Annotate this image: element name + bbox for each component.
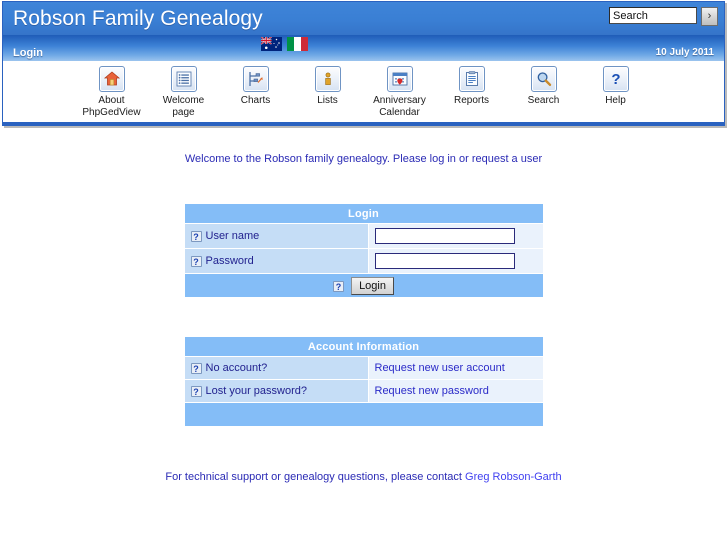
table-footer-row: ? Login — [184, 274, 543, 297]
request-account-cell: Request new user account — [368, 357, 543, 379]
svg-text:?: ? — [611, 71, 620, 88]
username-value-cell — [368, 224, 543, 248]
toolbar-label-line1: About — [98, 95, 125, 106]
no-account-label: No account? — [205, 362, 268, 374]
table-row: ? Password — [184, 249, 543, 273]
toolbar-item-about[interactable]: About PhpGedView — [76, 66, 148, 119]
account-table-title: Account Information — [184, 337, 543, 356]
question-icon: ? — [602, 66, 629, 92]
title-bar: Robson Family Genealogy › — [3, 2, 724, 35]
username-label-cell: ? User name — [184, 224, 368, 248]
list-lines-icon — [170, 66, 197, 92]
lost-password-label-cell: ? Lost your password? — [184, 380, 368, 402]
help-icon[interactable]: ? — [190, 231, 202, 242]
site-header: Robson Family Genealogy › Login — [2, 1, 725, 126]
no-account-label-cell: ? No account? — [184, 357, 368, 379]
help-icon[interactable]: ? — [190, 256, 202, 267]
footer-support-note: For technical support or genealogy quest… — [0, 471, 727, 483]
help-icon[interactable]: ? — [190, 386, 202, 397]
toolbar-label-line1: Help — [605, 95, 626, 106]
toolbar-label-line1: Reports — [453, 95, 489, 106]
italy-flag[interactable] — [287, 37, 308, 51]
toolbar-label-line1: Lists — [317, 95, 338, 106]
help-icon[interactable]: ? — [333, 280, 344, 292]
password-label: Password — [205, 255, 254, 267]
table-row: ? No account? Request new user account — [184, 357, 543, 379]
toolbar-label-line2: page — [172, 107, 195, 118]
main-toolbar: About PhpGedView Welcome page Charts Lis… — [3, 61, 724, 122]
search-submit-button[interactable]: › — [701, 7, 718, 26]
toolbar-label-line1: Anniversary — [373, 95, 426, 106]
account-table-footer — [184, 403, 543, 426]
chart-icon — [242, 66, 269, 92]
header-search: › — [609, 7, 718, 26]
table-row: ? Lost your password? Request new passwor… — [184, 380, 543, 402]
password-input[interactable] — [374, 253, 515, 269]
toolbar-item-reports[interactable]: Reports — [436, 66, 508, 107]
toolbar-item-lists[interactable]: Lists — [292, 66, 364, 107]
toolbar-item-help[interactable]: ? Help — [580, 66, 652, 107]
login-table-title: Login — [184, 204, 543, 223]
toolbar-item-charts[interactable]: Charts — [220, 66, 292, 107]
toolbar-label-line2: Calendar — [379, 107, 420, 118]
login-submit-cell: ? Login — [184, 274, 543, 297]
person-icon — [314, 66, 341, 92]
table-footer-row — [184, 403, 543, 426]
calendar-heart-icon — [386, 66, 413, 92]
login-form-table: Login ? User name ? Password ? Login — [184, 203, 544, 298]
toolbar-label-line1: Search — [527, 95, 560, 106]
table-row: ? User name — [184, 224, 543, 248]
request-password-cell: Request new password — [368, 380, 543, 402]
search-input[interactable] — [609, 7, 697, 24]
toolbar-label-line1: Charts — [240, 95, 271, 106]
login-button[interactable]: Login — [351, 276, 394, 295]
welcome-message: Welcome to the Robson family genealogy. … — [184, 153, 543, 165]
language-flags — [261, 37, 308, 51]
australia-flag[interactable] — [261, 37, 282, 51]
current-date: 10 July 2011 — [655, 47, 714, 58]
magnifier-icon — [530, 66, 557, 92]
home-icon — [98, 66, 125, 92]
sub-bar: Login 10 July 2011 — [3, 35, 724, 61]
username-label: User name — [205, 230, 260, 242]
footer-text: For technical support or genealogy quest… — [165, 471, 466, 483]
toolbar-item-anniversary-calendar[interactable]: Anniversary Calendar — [364, 66, 436, 119]
account-information-table: Account Information ? No account? Request… — [184, 336, 544, 427]
report-icon — [458, 66, 485, 92]
request-new-password-link[interactable]: Request new password — [375, 385, 489, 397]
toolbar-label-line2: PhpGedView — [82, 107, 141, 118]
toolbar-item-search[interactable]: Search — [508, 66, 580, 107]
password-label-cell: ? Password — [184, 249, 368, 273]
password-value-cell — [368, 249, 543, 273]
contact-link[interactable]: Greg Robson-Garth — [465, 471, 562, 483]
table-header-row: Login — [184, 204, 543, 223]
breadcrumb: Login — [13, 47, 43, 59]
request-new-user-account-link[interactable]: Request new user account — [375, 362, 505, 374]
help-icon[interactable]: ? — [190, 363, 202, 374]
page-title: Robson Family Genealogy — [13, 7, 263, 30]
toolbar-label-line1: Welcome — [162, 95, 205, 106]
toolbar-item-welcome-page[interactable]: Welcome page — [148, 66, 220, 119]
table-header-row: Account Information — [184, 337, 543, 356]
lost-password-label: Lost your password? — [205, 385, 308, 397]
header-underline — [3, 122, 724, 125]
username-input[interactable] — [374, 228, 515, 244]
